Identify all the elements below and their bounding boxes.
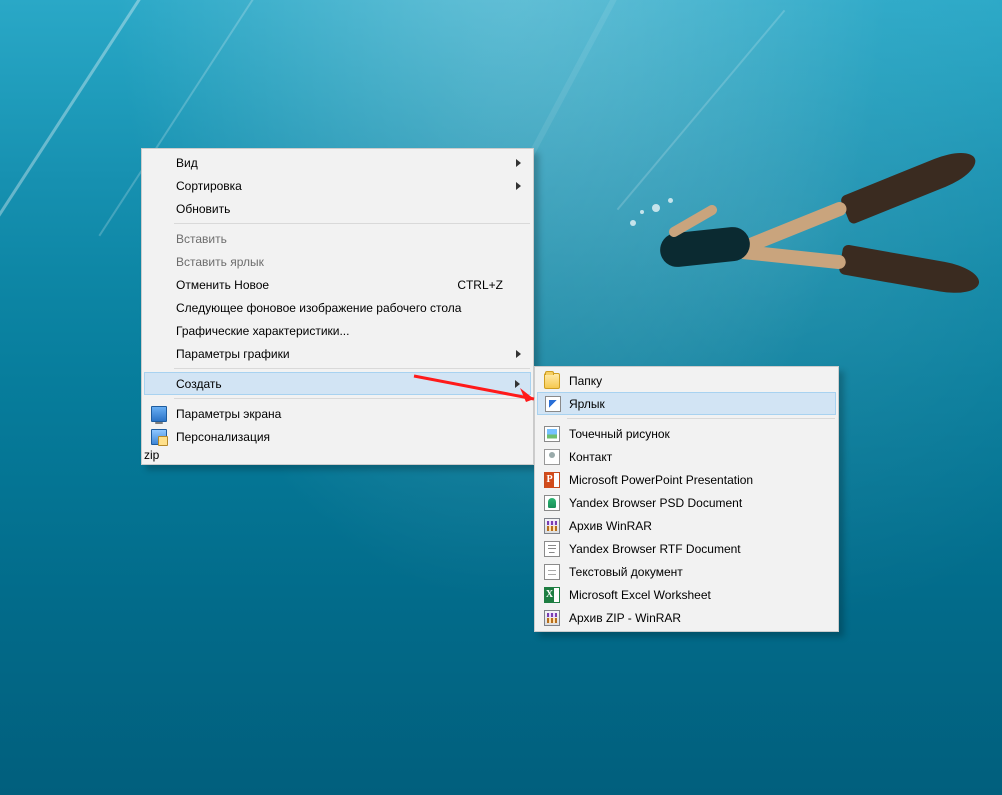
menu-item-label: Параметры экрана [176, 407, 281, 421]
menu-item-label: Графические характеристики... [176, 324, 349, 338]
submenu-item-zip[interactable]: Архив ZIP - WinRAR [537, 606, 836, 629]
psd-icon [544, 495, 560, 511]
menu-item-label: Персонализация [176, 430, 270, 444]
menu-item-label: Microsoft PowerPoint Presentation [569, 473, 753, 487]
menu-item-label: Отменить Новое [176, 278, 269, 292]
submenu-item-psd[interactable]: Yandex Browser PSD Document [537, 491, 836, 514]
text-file-icon [544, 564, 560, 580]
wallpaper-swimmer [540, 160, 960, 360]
menu-item-undo[interactable]: Отменить Новое CTRL+Z [144, 273, 531, 296]
folder-icon [544, 373, 560, 389]
bitmap-icon [544, 426, 560, 442]
chevron-right-icon [516, 159, 521, 167]
menu-item-label: Точечный рисунок [569, 427, 670, 441]
menu-item-label: Архив ZIP - WinRAR [569, 611, 681, 625]
menu-separator [567, 418, 835, 419]
menu-item-view[interactable]: Вид [144, 151, 531, 174]
submenu-item-contact[interactable]: Контакт [537, 445, 836, 468]
winrar-icon [544, 518, 560, 534]
menu-item-label: Вид [176, 156, 198, 170]
menu-item-sort[interactable]: Сортировка [144, 174, 531, 197]
menu-item-new[interactable]: Создать [144, 372, 531, 395]
new-submenu: Папку Ярлык Точечный рисунок Контакт Mic… [534, 366, 839, 632]
submenu-item-excel[interactable]: Microsoft Excel Worksheet [537, 583, 836, 606]
submenu-item-rtf[interactable]: Yandex Browser RTF Document [537, 537, 836, 560]
powerpoint-icon [544, 472, 560, 488]
menu-item-label: Текстовый документ [569, 565, 683, 579]
submenu-item-text[interactable]: Текстовый документ [537, 560, 836, 583]
menu-item-next-wallpaper[interactable]: Следующее фоновое изображение рабочего с… [144, 296, 531, 319]
menu-item-label: Yandex Browser PSD Document [569, 496, 742, 510]
menu-item-graphics-options[interactable]: Параметры графики [144, 342, 531, 365]
menu-item-label: Создать [176, 377, 222, 391]
menu-item-label: Параметры графики [176, 347, 290, 361]
personalization-icon [151, 429, 167, 445]
menu-item-refresh[interactable]: Обновить [144, 197, 531, 220]
menu-item-label: Ярлык [569, 397, 605, 411]
menu-item-graphics-properties[interactable]: Графические характеристики... [144, 319, 531, 342]
menu-item-label: Microsoft Excel Worksheet [569, 588, 711, 602]
menu-item-label: Сортировка [176, 179, 242, 193]
menu-separator [174, 368, 530, 369]
excel-icon [544, 587, 560, 603]
menu-item-shortcut: CTRL+Z [457, 278, 503, 292]
submenu-item-shortcut[interactable]: Ярлык [537, 392, 836, 415]
menu-separator [174, 398, 530, 399]
menu-separator [174, 223, 530, 224]
menu-item-display-settings[interactable]: Параметры экрана [144, 402, 531, 425]
menu-item-label: Папку [569, 374, 602, 388]
wallpaper-lightray [617, 10, 786, 210]
wallpaper-lightray [0, 0, 157, 327]
chevron-right-icon [516, 350, 521, 358]
display-settings-icon [151, 406, 167, 422]
submenu-item-winrar[interactable]: Архив WinRAR [537, 514, 836, 537]
chevron-right-icon [516, 182, 521, 190]
menu-item-label: Контакт [569, 450, 612, 464]
menu-item-personalize[interactable]: Персонализация [144, 425, 531, 448]
menu-item-label: Вставить [176, 232, 227, 246]
menu-item-label: Обновить [176, 202, 230, 216]
desktop-context-menu: Вид Сортировка Обновить Вставить Вставит… [141, 148, 534, 465]
menu-item-label: Архив WinRAR [569, 519, 652, 533]
menu-item-paste-shortcut: Вставить ярлык [144, 250, 531, 273]
submenu-item-bitmap[interactable]: Точечный рисунок [537, 422, 836, 445]
menu-item-paste: Вставить [144, 227, 531, 250]
contact-icon [544, 449, 560, 465]
rtf-icon [544, 541, 560, 557]
zip-icon [544, 610, 560, 626]
shortcut-icon [545, 396, 561, 412]
menu-item-label: Следующее фоновое изображение рабочего с… [176, 301, 461, 315]
menu-item-label: Вставить ярлык [176, 255, 264, 269]
chevron-right-icon [515, 380, 520, 388]
submenu-item-folder[interactable]: Папку [537, 369, 836, 392]
submenu-item-powerpoint[interactable]: Microsoft PowerPoint Presentation [537, 468, 836, 491]
menu-item-label: Yandex Browser RTF Document [569, 542, 741, 556]
